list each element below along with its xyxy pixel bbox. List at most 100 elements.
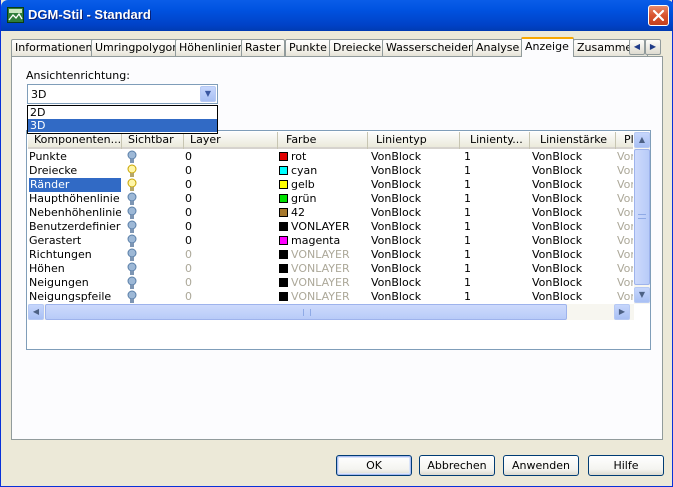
tab-punkte[interactable]: Punkte: [285, 39, 332, 57]
table-row[interactable]: Ränder0gelbVonBlock1VonBlockVor: [28, 178, 633, 192]
cell-color[interactable]: VONLAYER: [279, 220, 367, 234]
cell-linetype[interactable]: VonBlock: [371, 276, 459, 290]
column-header-visible[interactable]: Sichtbar: [122, 132, 184, 149]
cell-scale[interactable]: 1: [464, 262, 528, 276]
cancel-button[interactable]: Abbrechen: [419, 455, 495, 476]
cell-color[interactable]: VONLAYER: [279, 290, 367, 304]
lightbulb-on-icon[interactable]: [126, 192, 138, 206]
cell-linetype[interactable]: VonBlock: [371, 220, 459, 234]
cell-color[interactable]: grün: [279, 192, 367, 206]
cell-color[interactable]: VONLAYER: [279, 248, 367, 262]
cell-scale[interactable]: 1: [464, 276, 528, 290]
tab-anzeige[interactable]: Anzeige: [521, 37, 574, 57]
table-row[interactable]: Dreiecke0cyanVonBlock1VonBlockVor: [28, 164, 633, 178]
cell-weight[interactable]: VonBlock: [532, 178, 614, 192]
cell-linetype[interactable]: VonBlock: [371, 206, 459, 220]
cell-color[interactable]: gelb: [279, 178, 367, 192]
cell-scale[interactable]: 1: [464, 248, 528, 262]
cell-layer[interactable]: 0: [185, 178, 275, 192]
cell-weight[interactable]: VonBlock: [532, 150, 614, 164]
lightbulb-on-icon[interactable]: [126, 248, 138, 262]
cell-layer[interactable]: 0: [185, 290, 275, 304]
cell-scale[interactable]: 1: [464, 234, 528, 248]
cell-plot[interactable]: Vor: [617, 262, 633, 276]
column-header-linetype-scale[interactable]: Linienty...: [460, 132, 530, 149]
tab-analyse[interactable]: Analyse: [472, 39, 525, 57]
cell-color[interactable]: cyan: [279, 164, 367, 178]
cell-linetype[interactable]: VonBlock: [371, 150, 459, 164]
column-header-color[interactable]: Farbe: [278, 132, 368, 149]
table-row[interactable]: Haupthöhenlinie0grünVonBlock1VonBlockVor: [28, 192, 633, 206]
tab-dreiecke[interactable]: Dreiecke: [329, 39, 387, 57]
scroll-up-button[interactable]: ▲: [634, 132, 650, 148]
scroll-left-button[interactable]: ◀: [28, 304, 44, 320]
table-row[interactable]: Benutzerdefinierte 0 VONLAYER VonBlock 1 VonB…: [28, 220, 633, 234]
table-row[interactable]: Höhen0VONLAYERVonBlock1VonBlockVor: [28, 262, 633, 276]
cell-plot[interactable]: Vor: [617, 248, 633, 262]
lightbulb-on-icon[interactable]: [126, 290, 138, 304]
cell-layer[interactable]: 0: [185, 192, 275, 206]
cell-layer[interactable]: 0: [185, 206, 275, 220]
table-row[interactable]: Gerastert0magentaVonBlock1VonBlockVor: [28, 234, 633, 248]
horizontal-scroll-thumb[interactable]: [45, 304, 567, 320]
cell-scale[interactable]: 1: [464, 192, 528, 206]
table-row[interactable]: Neigungen0VONLAYERVonBlock1VonBlockVor: [28, 276, 633, 290]
scroll-right-button[interactable]: ▶: [614, 304, 630, 320]
title-bar[interactable]: DGM-Stil - Standard: [1, 0, 673, 31]
cell-layer[interactable]: 0: [185, 150, 275, 164]
cell-linetype[interactable]: VonBlock: [371, 178, 459, 192]
column-header-layer[interactable]: Layer: [184, 132, 278, 149]
column-header-linetype[interactable]: Linientyp: [368, 132, 460, 149]
cell-plot[interactable]: Vor: [617, 178, 633, 192]
tab-scroll-left-button[interactable]: ◀: [629, 39, 645, 55]
cell-plot[interactable]: Vor: [617, 234, 633, 248]
lightbulb-on-icon[interactable]: [126, 206, 138, 220]
cell-plot[interactable]: Vor: [617, 150, 633, 164]
cell-layer[interactable]: 0: [185, 220, 275, 234]
cell-plot[interactable]: Vor: [617, 276, 633, 290]
vertical-scroll-thumb[interactable]: [634, 149, 650, 285]
cell-scale[interactable]: 1: [464, 150, 528, 164]
cell-plot[interactable]: Vor: [617, 206, 633, 220]
table-row[interactable]: Nebenhöhenlinie042VonBlock1VonBlockVor: [28, 206, 633, 220]
cell-color[interactable]: rot: [279, 150, 367, 164]
lightbulb-off-icon[interactable]: [126, 164, 138, 178]
cell-weight[interactable]: VonBlock: [532, 164, 614, 178]
tab-informationen[interactable]: Informationen: [11, 39, 98, 57]
lightbulb-on-icon[interactable]: [126, 234, 138, 248]
cell-scale[interactable]: 1: [464, 178, 528, 192]
cell-plot[interactable]: Vor: [617, 290, 633, 304]
cell-layer[interactable]: 0: [185, 262, 275, 276]
cell-weight[interactable]: VonBlock: [532, 234, 614, 248]
grid-horizontal-scrollbar[interactable]: ◀ ▶: [28, 304, 634, 320]
column-header-components[interactable]: Komponenten...: [28, 132, 122, 149]
cell-scale[interactable]: 1: [464, 206, 528, 220]
cell-plot[interactable]: Vor: [617, 192, 633, 206]
tab-wasserscheiden[interactable]: Wasserscheiden: [382, 39, 480, 57]
tab-umringpolygon[interactable]: Umringpolygon: [91, 39, 185, 57]
ok-button[interactable]: OK: [336, 455, 412, 476]
column-header-lineweight[interactable]: Linienstärke: [530, 132, 616, 149]
lightbulb-on-icon[interactable]: [126, 276, 138, 290]
cell-weight[interactable]: VonBlock: [532, 220, 614, 234]
cell-layer[interactable]: 0: [185, 248, 275, 262]
close-button[interactable]: [648, 5, 669, 26]
apply-button[interactable]: Anwenden: [503, 455, 579, 476]
scroll-down-button[interactable]: ▼: [634, 287, 650, 303]
grid-vertical-scrollbar[interactable]: ▲ ▼: [634, 132, 650, 304]
cell-linetype[interactable]: VonBlock: [371, 192, 459, 206]
cell-scale[interactable]: 1: [464, 290, 528, 304]
cell-scale[interactable]: 1: [464, 164, 528, 178]
cell-layer[interactable]: 0: [185, 276, 275, 290]
cell-weight[interactable]: VonBlock: [532, 248, 614, 262]
cell-linetype[interactable]: VonBlock: [371, 164, 459, 178]
cell-linetype[interactable]: VonBlock: [371, 248, 459, 262]
table-row[interactable]: Richtungen0VONLAYERVonBlock1VonBlockVor: [28, 248, 633, 262]
cell-linetype[interactable]: VonBlock: [371, 290, 459, 304]
tab-scroll-right-button[interactable]: ▶: [645, 39, 661, 55]
dropdown-option-2d[interactable]: 2D: [28, 106, 217, 119]
cell-weight[interactable]: VonBlock: [532, 290, 614, 304]
cell-color[interactable]: 42: [279, 206, 367, 220]
column-header-plot[interactable]: Pl: [616, 132, 633, 149]
dropdown-button[interactable]: ▼: [200, 86, 216, 102]
